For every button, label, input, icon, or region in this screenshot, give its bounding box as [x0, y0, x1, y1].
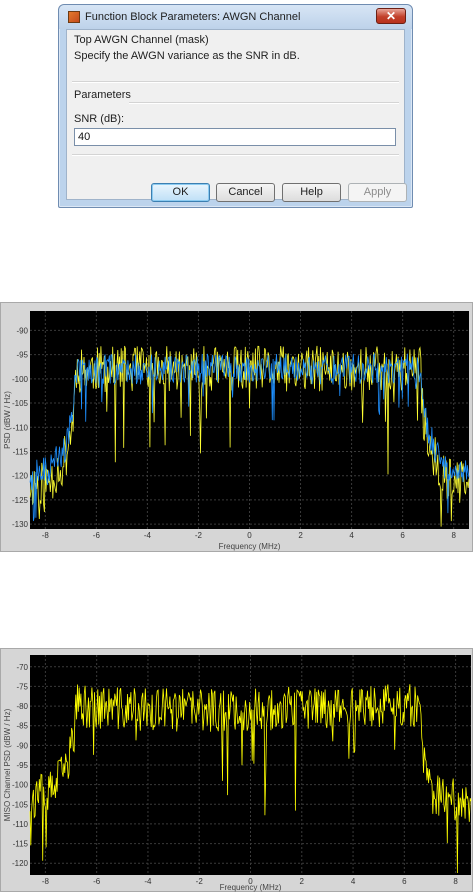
chart-2-y-tick-label: -105	[12, 800, 29, 809]
chart-1-x-tick-label: -8	[42, 531, 50, 540]
cancel-button[interactable]: Cancel	[216, 183, 275, 202]
psd-chart-1: -8 -6 -4 -2 0 2 4 6 8 -90 -95 -100 -105 -110 -115 -120 -…	[0, 302, 473, 552]
chart-2-y-tick-label: -85	[16, 722, 28, 731]
chart-1-x-tick-label: -2	[195, 531, 203, 540]
dialog-titlebar[interactable]: Function Block Parameters: AWGN Channel …	[59, 5, 412, 29]
chart-1-x-tick-label: 0	[247, 531, 252, 540]
chart-2-y-tick-label: -90	[16, 741, 28, 750]
mask-description: Specify the AWGN variance as the SNR in …	[74, 50, 300, 62]
close-icon[interactable]: ✕	[376, 8, 406, 24]
chart-2-y-axis-title: MISO Channel PSD (dBW / Hz)	[3, 708, 12, 821]
help-button[interactable]: Help	[282, 183, 341, 202]
psd-chart-2: -8 -6 -4 -2 0 2 4 6 8 -70 -75 -80 -85 -90 -95 -100 -105-…	[0, 648, 473, 892]
chart-2-x-tick-label: -2	[196, 877, 204, 886]
chart-2-y-tick-label: -70	[16, 663, 28, 672]
divider	[72, 81, 399, 83]
divider	[129, 102, 399, 104]
chart-1-y-tick-label: -100	[12, 375, 29, 384]
psd-chart-2-svg: -8 -6 -4 -2 0 2 4 6 8-70-75-80-85-90-95-100-105-…	[3, 655, 472, 892]
chart-2-x-tick-label: 6	[402, 877, 407, 886]
chart-1-x-tick-label: 2	[298, 531, 303, 540]
chart-1-y-tick-label: -130	[12, 520, 29, 529]
ok-button[interactable]: OK	[151, 183, 210, 202]
chart-1-y-tick-label: -90	[16, 326, 28, 335]
dialog-body: Top AWGN Channel (mask) Specify the AWGN…	[66, 29, 407, 202]
chart-1-y-tick-label: -115	[13, 447, 29, 456]
chart-1-y-tick-label: -120	[12, 472, 29, 481]
chart-1-x-tick-label: 4	[349, 531, 354, 540]
simulink-block-icon	[68, 11, 80, 23]
divider	[72, 154, 399, 156]
chart-1-x-tick-label: -4	[144, 531, 152, 540]
chart-2-y-tick-label: -95	[16, 761, 28, 770]
chart-1-x-tick-label: -6	[93, 531, 101, 540]
chart-1-y-tick-label: -125	[12, 496, 29, 505]
apply-button[interactable]: Apply	[348, 183, 407, 202]
chart-1-x-tick-label: 6	[400, 531, 405, 540]
chart-2-y-tick-label: -115	[13, 840, 29, 849]
chart-2-x-tick-label: 2	[300, 877, 305, 886]
chart-2-y-tick-label: -110	[13, 820, 29, 829]
mask-title: Top AWGN Channel (mask)	[74, 34, 209, 46]
chart-2-y-tick-label: -100	[12, 781, 29, 790]
chart-2-y-tick-label: -80	[16, 702, 28, 711]
chart-2-x-tick-label: 8	[453, 877, 458, 886]
chart-1-y-axis-title: PSD (dBW / Hz)	[3, 391, 12, 449]
dialog-title: Function Block Parameters: AWGN Channel	[85, 11, 301, 23]
chart-2-x-tick-label: -4	[144, 877, 152, 886]
chart-1-x-tick-label: 8	[451, 531, 456, 540]
awgn-parameters-dialog: Function Block Parameters: AWGN Channel …	[58, 4, 413, 208]
chart-2-y-tick-label: -75	[16, 682, 28, 691]
chart-1-y-tick-label: -95	[16, 351, 28, 360]
parameters-header: Parameters	[74, 89, 131, 101]
chart-2-x-tick-label: -6	[93, 877, 101, 886]
snr-label: SNR (dB):	[74, 113, 125, 125]
psd-chart-1-svg: -8 -6 -4 -2 0 2 4 6 8 -90 -95 -100 -105 -110 -115 -120 -…	[3, 311, 470, 551]
chart-2-y-tick-label: -120	[12, 859, 29, 868]
chart-1-y-tick-label: -110	[13, 423, 29, 432]
chart-2-x-axis-title: Frequency (MHz)	[220, 883, 282, 892]
snr-input[interactable]	[74, 128, 396, 146]
chart-1-y-tick-label: -105	[12, 399, 29, 408]
chart-1-x-axis-title: Frequency (MHz)	[219, 542, 281, 551]
chart-2-x-tick-label: 4	[351, 877, 356, 886]
chart-2-x-tick-label: -8	[42, 877, 50, 886]
